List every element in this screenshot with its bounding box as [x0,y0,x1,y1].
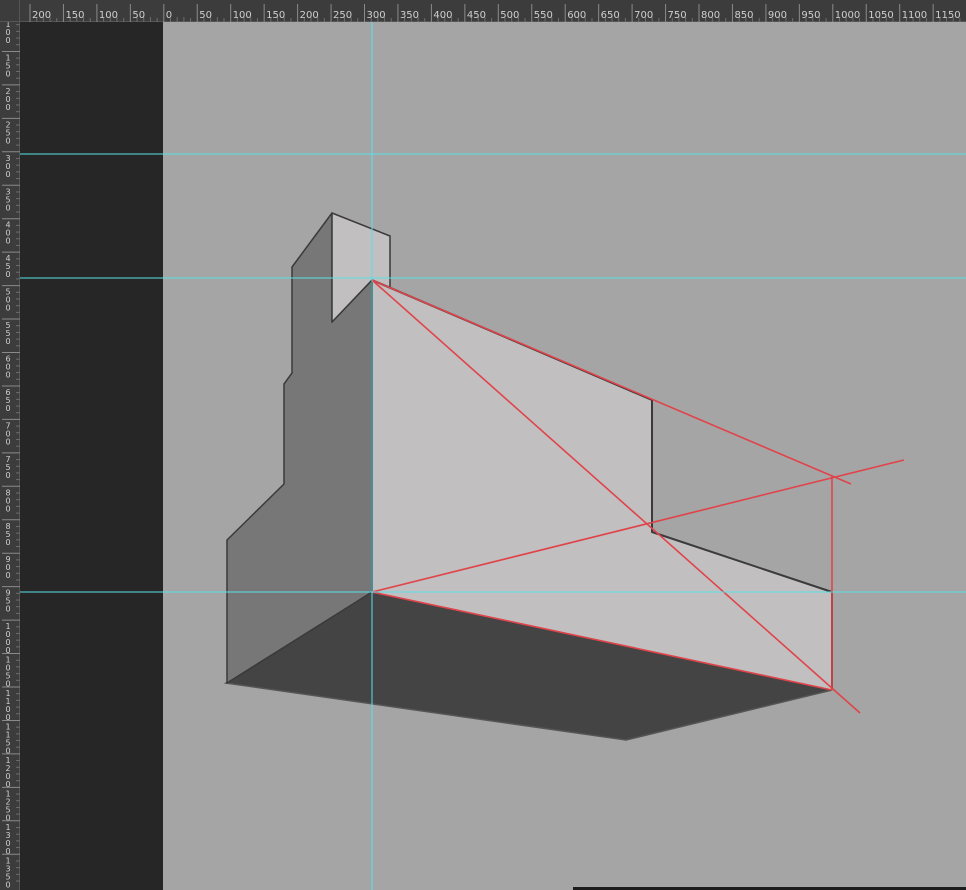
ruler-label: 0 [5,471,10,480]
ruler-label: 0 [5,170,10,179]
ruler-label: 0 [5,136,10,145]
ruler-label: 0 [5,571,10,580]
vertical-ruler-ticks: 1001502002503003504004505005506006507007… [2,17,20,889]
ruler-label: 950 [801,10,820,21]
ruler-label: 0 [5,270,10,279]
ruler-label: 50 [199,10,212,21]
ruler-label: 0 [5,103,10,112]
ruler-label: 550 [534,10,553,21]
ruler-label: 0 [5,371,10,380]
ruler-label: 150 [65,10,84,21]
ruler-label: 900 [768,10,787,21]
ruler-label: 0 [5,203,10,212]
ruler-label: 450 [467,10,486,21]
ruler-label: 250 [333,10,352,21]
ruler-label: 650 [601,10,620,21]
ruler-label: 0 [5,538,10,547]
horizontal-ruler[interactable]: 200 150 100 50 0 50 100 150 200 250 300 350 400 450 50… [20,0,966,22]
ruler-label: 0 [5,69,10,78]
ruler-label: 500 [500,10,519,21]
ruler-label: 0 [166,10,172,21]
ruler-label: 600 [567,10,586,21]
ruler-label: 1100 [902,10,927,21]
image-editor: 200 150 100 50 0 50 100 150 200 250 300 350 400 450 50… [0,0,966,890]
ruler-label: 800 [701,10,720,21]
ruler-label: 1050 [868,10,893,21]
ruler-label: 0 [5,337,10,346]
ruler-label: 400 [433,10,452,21]
ruler-corner[interactable] [0,0,20,22]
ruler-label: 0 [5,605,10,614]
ruler-label: 100 [233,10,252,21]
ruler-label: 1000 [835,10,860,21]
ruler-label: 200 [32,10,51,21]
ruler-label: 850 [734,10,753,21]
ruler-label: 150 [266,10,285,21]
ruler-label: 100 [99,10,118,21]
ruler-label: 200 [300,10,319,21]
ruler-label: 0 [5,880,10,889]
vertical-ruler[interactable]: 1001502002503003504004505005506006507007… [0,17,20,890]
ruler-label: 700 [634,10,653,21]
ruler-label: 0 [5,504,10,513]
ruler-label: 1150 [935,10,960,21]
ruler-label: 0 [5,304,10,313]
ruler-label: 0 [5,437,10,446]
artwork-layer [20,22,966,890]
ruler-label: 0 [5,36,10,45]
ruler-label: 0 [5,404,10,413]
ruler-label: 300 [367,10,386,21]
ruler-label: 350 [400,10,419,21]
ruler-label: 50 [132,10,145,21]
ruler-label: 0 [5,237,10,246]
horizontal-ruler-ticks: 200 150 100 50 0 50 100 150 200 250 300 350 400 450 50… [29,4,961,22]
ruler-label: 750 [668,10,687,21]
